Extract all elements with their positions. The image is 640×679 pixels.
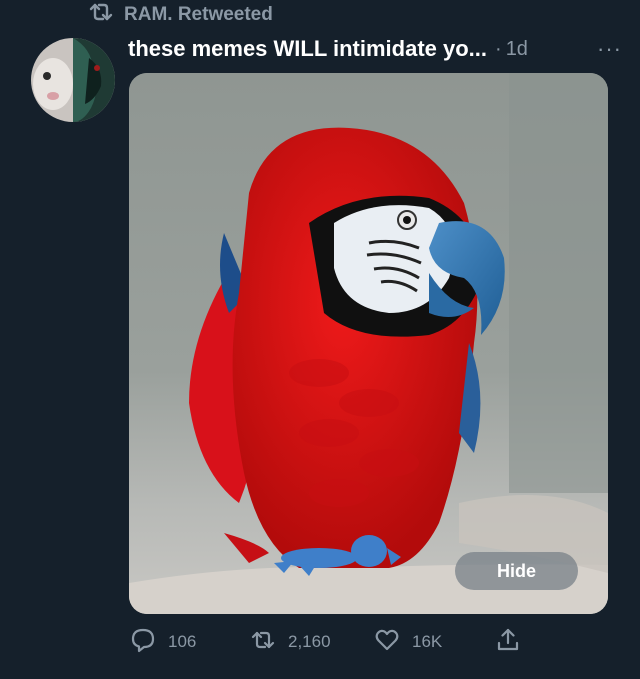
retweet-label: RAM. Retweeted [124, 4, 273, 25]
reply-count: 106 [168, 632, 197, 651]
share-icon [495, 627, 521, 658]
avatar[interactable] [31, 38, 115, 122]
reply-button[interactable]: 106 [130, 624, 196, 660]
share-button[interactable] [495, 624, 521, 660]
retweet-icon [88, 1, 114, 29]
separator-dot: · [495, 37, 502, 60]
retweet-context[interactable]: RAM. Retweeted [88, 2, 273, 28]
retweet-button[interactable]: 2,160 [250, 624, 331, 660]
heart-icon [374, 627, 400, 658]
reply-icon [130, 627, 156, 658]
timestamp[interactable]: 1d [506, 38, 528, 61]
hide-button[interactable]: Hide [455, 552, 578, 590]
tweet-header: these memes WILL intimidate yo... · 1d ·… [128, 32, 622, 66]
retweet-count: 2,160 [288, 632, 331, 651]
tweet-media[interactable]: Hide [129, 73, 608, 614]
like-count: 16K [412, 632, 443, 651]
retweet-icon [250, 627, 276, 658]
parrot-photo [129, 73, 608, 614]
tweet-text[interactable]: these memes WILL intimidate yo... [128, 36, 487, 62]
tweet-actions: 106 2,160 16K [128, 624, 528, 660]
like-button[interactable]: 16K [374, 624, 442, 660]
more-options-button[interactable]: ··· [597, 38, 622, 60]
